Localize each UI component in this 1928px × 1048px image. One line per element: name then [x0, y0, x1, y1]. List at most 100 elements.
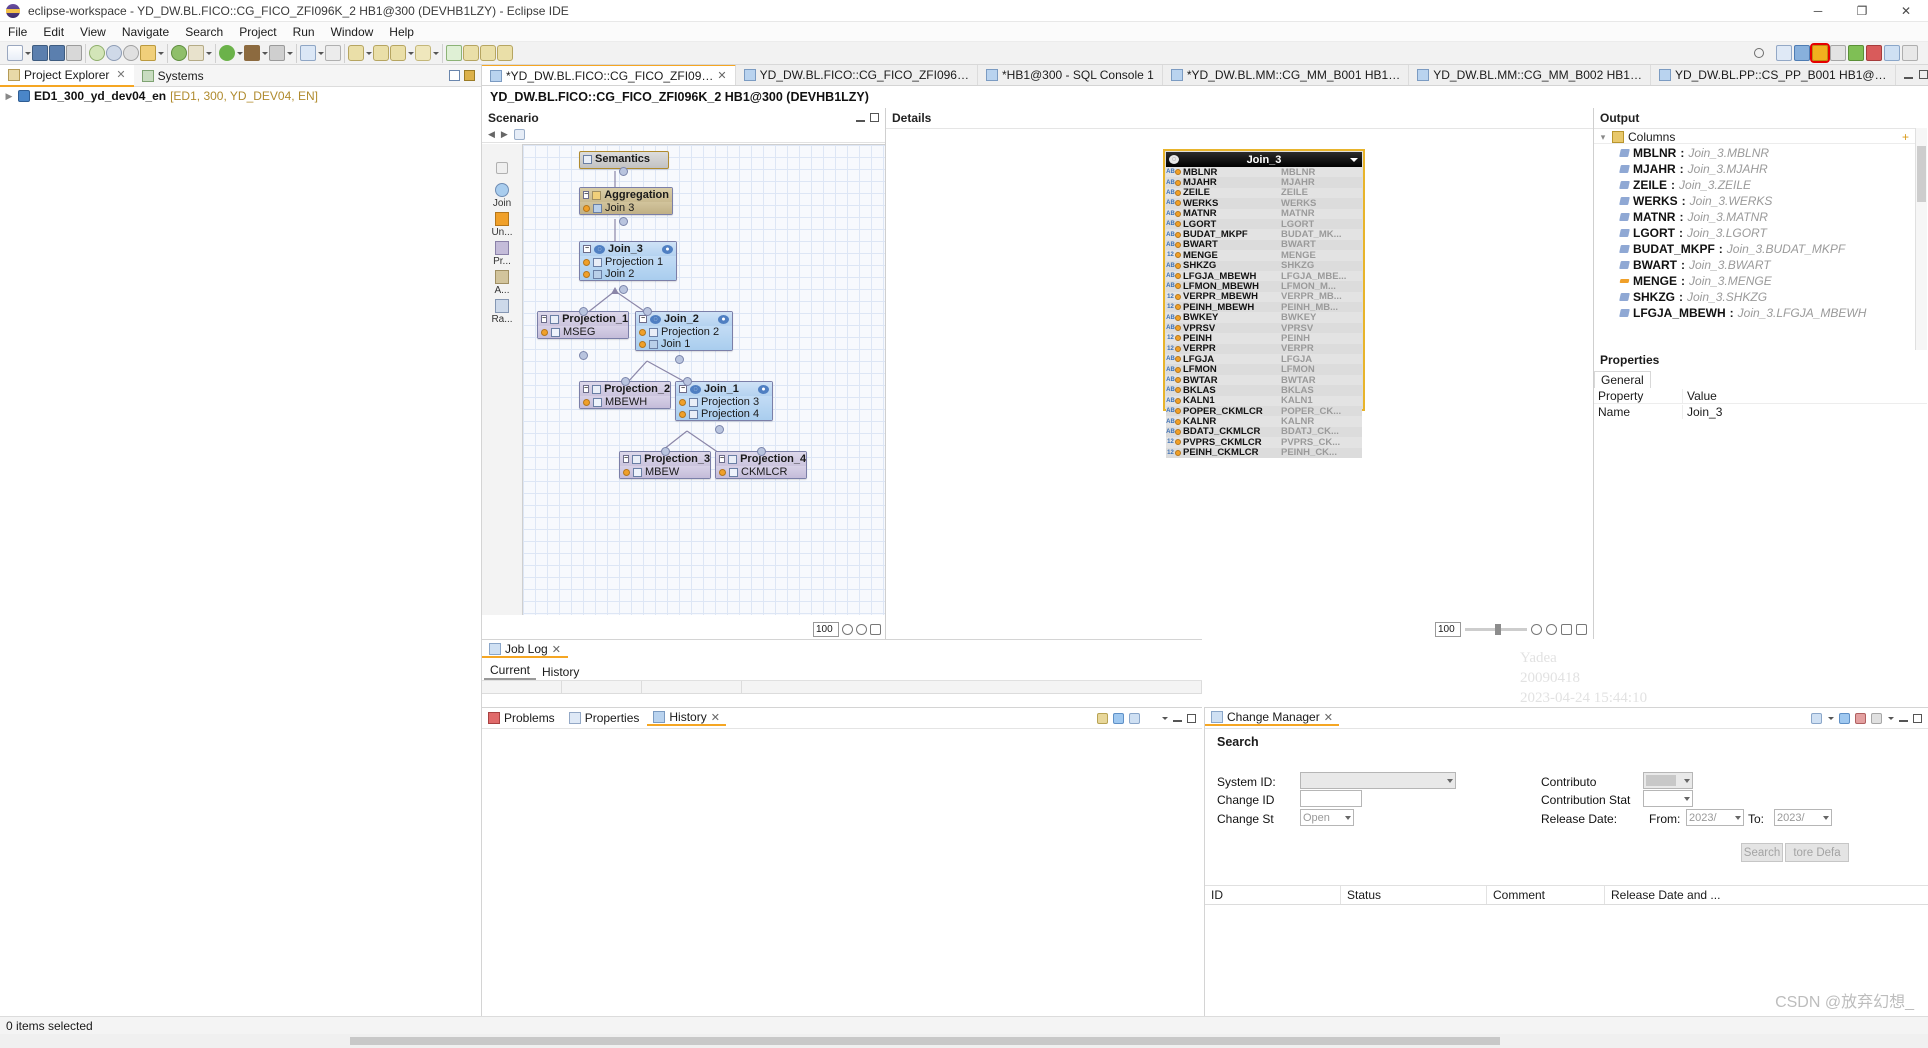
menu-item-view[interactable]: View: [72, 22, 114, 42]
node-row[interactable]: CKMLCR: [716, 466, 806, 478]
editor-tab-4[interactable]: YD_DW.BL.MM::CG_MM_B002 HB1…: [1409, 65, 1651, 85]
zoom-out-icon[interactable]: [842, 624, 853, 635]
palette-item-aggregation[interactable]: A...: [494, 270, 510, 296]
col-4[interactable]: [742, 681, 1202, 693]
collapse-icon[interactable]: −: [583, 191, 590, 199]
close-icon[interactable]: ✕: [116, 68, 125, 81]
collapse-icon[interactable]: −: [583, 385, 590, 393]
details-column-row[interactable]: AB BWTAR BWTAR: [1166, 375, 1362, 386]
menu-item-project[interactable]: Project: [231, 22, 284, 42]
profile-icon[interactable]: [269, 45, 285, 61]
details-column-row[interactable]: AB POPER_CKMLCR POPER_CK...: [1166, 406, 1362, 417]
node-row[interactable]: Projection 3: [676, 396, 772, 408]
port[interactable]: [579, 351, 588, 360]
details-join-node[interactable]: ◌ Join_3 AB MBLNR MBLNR AB MJAHR MJAHR AB ZEILE…: [1163, 149, 1365, 458]
contributor-select[interactable]: [1643, 772, 1693, 789]
scenario-layout-icon[interactable]: [513, 129, 525, 140]
save-all-icon[interactable]: [49, 45, 65, 61]
col-3[interactable]: [642, 681, 742, 693]
bookmark-icon[interactable]: [480, 45, 496, 61]
grid-header-status[interactable]: Status: [1341, 886, 1487, 904]
zoom-in-icon[interactable]: [856, 624, 867, 635]
system-id-select[interactable]: [1300, 772, 1456, 789]
run-dropdown-arrow[interactable]: [236, 45, 243, 61]
subtab-history[interactable]: History: [536, 664, 585, 680]
node-row[interactable]: Join 3: [580, 202, 672, 214]
port[interactable]: [661, 447, 670, 456]
output-scrollbar[interactable]: [1915, 128, 1927, 350]
port[interactable]: [619, 167, 628, 176]
perspective-modeler-icon[interactable]: [1794, 45, 1810, 61]
editor-tab-1[interactable]: YD_DW.BL.FICO::CG_FICO_ZFI096…: [736, 65, 978, 85]
details-column-row[interactable]: 12 PEINH PEINH: [1166, 333, 1362, 344]
details-column-row[interactable]: AB BUDAT_MKPF BUDAT_MK...: [1166, 229, 1362, 240]
output-column-row[interactable]: ZEILE: Join_3.ZEILE: [1594, 177, 1927, 193]
contribution-status-select[interactable]: [1643, 790, 1693, 807]
details-column-row[interactable]: 12 PVPRS_CKMLCR PVPRS_CK...: [1166, 437, 1362, 448]
debug-icon[interactable]: [106, 45, 122, 61]
profile-dropdown-arrow[interactable]: [286, 45, 293, 61]
node-row[interactable]: Projection 1: [580, 256, 676, 268]
pin-editor-icon[interactable]: [463, 45, 479, 61]
output-scrollbar-thumb[interactable]: [1917, 146, 1926, 202]
tab-project-explorer[interactable]: Project Explorer ✕: [0, 64, 134, 87]
details-column-row[interactable]: AB VPRSV VPRSV: [1166, 323, 1362, 334]
node-row[interactable]: Join 1: [636, 338, 732, 350]
collapse-icon[interactable]: −: [583, 245, 591, 253]
minimize-icon[interactable]: [1903, 71, 1913, 79]
view-menu-icon[interactable]: [1145, 713, 1156, 724]
output-column-row[interactable]: SHKZG: Join_3.SHKZG: [1594, 289, 1927, 305]
tree-row-system[interactable]: ▶ ED1_300_yd_dev04_en [ED1, 300, YD_DEV0…: [0, 87, 481, 105]
details-column-row[interactable]: AB ZEILE ZEILE: [1166, 187, 1362, 198]
up-arrow-icon[interactable]: [390, 45, 406, 61]
refresh-icon[interactable]: [89, 45, 105, 61]
node-row[interactable]: Projection 4: [676, 408, 772, 420]
output-column-row[interactable]: MBLNR: Join_3.MBLNR: [1594, 145, 1927, 161]
settings-menu-arrow[interactable]: [1887, 710, 1894, 726]
node-row[interactable]: Join 2: [580, 268, 676, 280]
tab-change-manager[interactable]: Change Manager ✕: [1205, 710, 1339, 726]
release-from-select[interactable]: 2023/: [1686, 809, 1744, 826]
output-column-row[interactable]: LFGJA_MBEWH: Join_3.LFGJA_MBEWH: [1594, 305, 1927, 321]
node-join-1[interactable]: − ◌ Join_1 ● Projection 3 Projection 4: [675, 381, 773, 421]
maximize-icon[interactable]: [1913, 713, 1922, 723]
deploy-dropdown-arrow[interactable]: [157, 45, 164, 61]
maximize-icon[interactable]: [1918, 70, 1928, 79]
output-column-row[interactable]: MATNR: Join_3.MATNR: [1594, 209, 1927, 225]
menu-item-edit[interactable]: Edit: [35, 22, 72, 42]
settings-icon[interactable]: [1871, 712, 1882, 724]
details-column-row[interactable]: AB MBLNR MBLNR: [1166, 167, 1362, 178]
new-change-icon[interactable]: [1811, 712, 1822, 724]
restore-defaults-button[interactable]: tore Defa: [1785, 843, 1849, 862]
link-icon[interactable]: [1129, 712, 1140, 724]
chevron-down-icon[interactable]: ▾: [1598, 132, 1608, 143]
change-status-select[interactable]: Open: [1300, 809, 1354, 826]
editor-tab-0[interactable]: *YD_DW.BL.FICO::CG_FICO_ZFI09… ✕: [482, 65, 736, 85]
port[interactable]: [715, 425, 724, 434]
minimize-icon[interactable]: [1173, 714, 1182, 722]
collapse-all-icon[interactable]: [449, 70, 460, 81]
palette-item-projection[interactable]: Pr...: [493, 241, 511, 267]
collapse-icon[interactable]: −: [639, 315, 647, 323]
details-column-row[interactable]: AB MJAHR MJAHR: [1166, 177, 1362, 188]
port[interactable]: [619, 285, 628, 294]
port[interactable]: [579, 307, 588, 316]
menu-item-file[interactable]: File: [0, 22, 35, 42]
details-canvas[interactable]: ◌ Join_3 AB MBLNR MBLNR AB MJAHR MJAHR AB ZEILE…: [886, 128, 1593, 615]
change-menu-arrow[interactable]: [1827, 710, 1834, 726]
scenario-zoom-value[interactable]: 100: [813, 622, 839, 637]
link-with-editor-icon[interactable]: [464, 70, 475, 81]
zoom-slider[interactable]: [1465, 624, 1527, 635]
output-column-row[interactable]: MENGE: Join_3.MENGE: [1594, 273, 1927, 289]
menu-item-navigate[interactable]: Navigate: [114, 22, 177, 42]
change-id-input[interactable]: [1300, 790, 1362, 807]
maximize-icon[interactable]: [870, 113, 879, 122]
details-column-row[interactable]: AB WERKS WERKS: [1166, 198, 1362, 209]
details-column-row[interactable]: AB MATNR MATNR: [1166, 208, 1362, 219]
close-icon[interactable]: ✕: [717, 69, 726, 82]
tab-properties[interactable]: Properties: [563, 711, 646, 725]
details-column-row[interactable]: AB BWKEY BWKEY: [1166, 312, 1362, 323]
details-column-row[interactable]: 12 VERPR VERPR: [1166, 343, 1362, 354]
port[interactable]: [683, 377, 692, 386]
collapse-icon[interactable]: −: [719, 455, 726, 463]
